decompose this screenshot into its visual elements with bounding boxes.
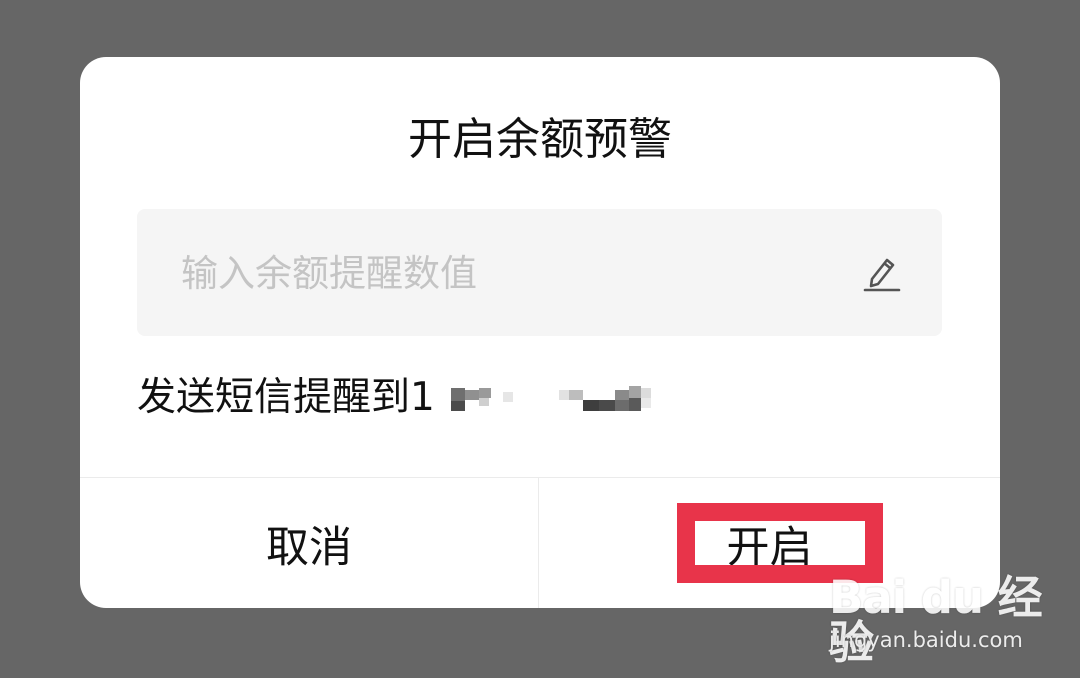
amount-field-container[interactable] (137, 209, 942, 336)
phone-number-mosaic (445, 384, 655, 414)
dialog-title: 开启余额预警 (408, 114, 672, 165)
balance-alert-dialog: 开启余额预警 发送短信提醒到1 取消 开启 (80, 57, 1000, 608)
cancel-button[interactable]: 取消 (80, 478, 538, 608)
edit-icon[interactable] (863, 253, 901, 293)
baidu-jingyan-watermark: Bai du 经验 jingyan.baidu.com (826, 560, 1046, 665)
watermark-site-text: jingyan.baidu.com (829, 628, 1023, 652)
balance-threshold-input[interactable] (181, 247, 841, 299)
sms-notice-text: 发送短信提醒到1 (137, 375, 435, 420)
